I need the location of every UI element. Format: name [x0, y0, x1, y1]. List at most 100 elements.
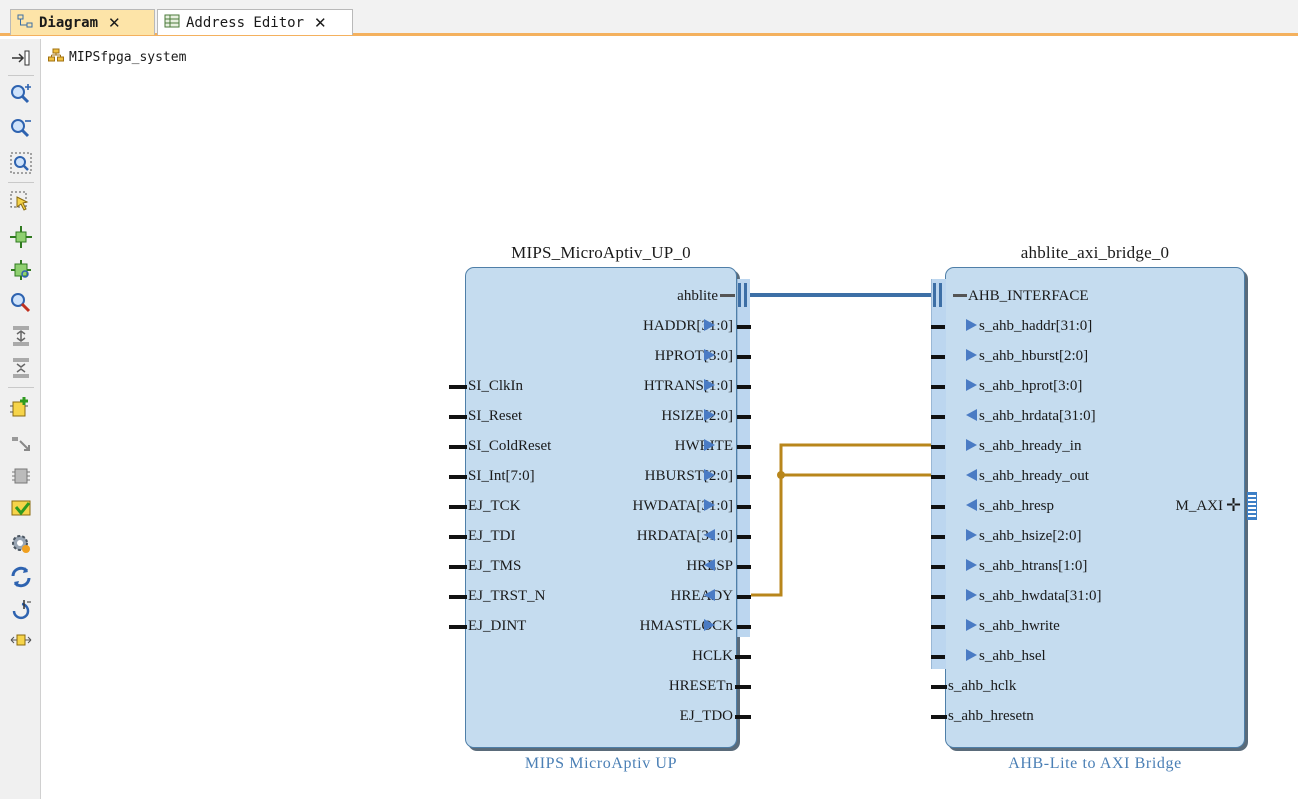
hready-in-wire[interactable]	[751, 443, 931, 597]
port-pin[interactable]	[737, 415, 751, 419]
port-pin[interactable]	[737, 535, 751, 539]
port-label: s_ahb_hwrite	[979, 618, 1060, 634]
port-pin[interactable]	[931, 475, 945, 479]
port-pin[interactable]	[737, 385, 751, 389]
close-icon[interactable]: ✕	[314, 14, 327, 32]
port-pin[interactable]	[931, 715, 947, 719]
refresh-icon[interactable]	[10, 599, 32, 621]
port-pin[interactable]	[931, 685, 947, 689]
port-pin[interactable]	[931, 445, 945, 449]
port-pin[interactable]	[931, 415, 945, 419]
port-label: s_ahb_hwdata[31:0]	[979, 588, 1102, 604]
port-pin[interactable]	[931, 535, 945, 539]
port-pin[interactable]	[737, 445, 751, 449]
plus-expand-icon[interactable]: ✛	[1226, 497, 1241, 515]
port-label: EJ_TCK	[468, 498, 521, 514]
input-arrow-icon	[966, 589, 977, 601]
output-arrow-icon	[704, 409, 715, 421]
port-pin[interactable]	[931, 625, 945, 629]
zoom-out-icon[interactable]	[10, 118, 32, 140]
port-pin[interactable]	[449, 415, 467, 419]
port-label: s_ahb_hsize[2:0]	[979, 528, 1082, 544]
port-pin[interactable]	[449, 595, 467, 599]
run-automation-icon[interactable]	[10, 499, 32, 521]
close-icon[interactable]: ✕	[108, 14, 121, 32]
hierarchy-icon	[48, 48, 64, 66]
select-area-icon[interactable]	[10, 191, 32, 213]
port-pin[interactable]	[449, 625, 467, 629]
port-pin[interactable]	[931, 355, 945, 359]
port-label: SI_ColdReset	[468, 438, 552, 454]
validate-icon[interactable]	[10, 465, 32, 487]
port-pin[interactable]	[449, 475, 467, 479]
input-arrow-icon	[966, 319, 977, 331]
port-pin[interactable]	[737, 475, 751, 479]
output-arrow-icon	[704, 469, 715, 481]
port-pin[interactable]	[931, 325, 945, 329]
port-label: SI_Reset	[468, 408, 523, 424]
port-pin[interactable]	[737, 505, 751, 509]
port-label: HMASTLOCK	[639, 618, 733, 634]
port-pin[interactable]	[931, 595, 945, 599]
mips-block-name: MIPS_MicroAptiv_UP_0	[511, 243, 691, 262]
width-icon[interactable]	[10, 629, 32, 651]
bridge-ahb-bus-strip	[931, 279, 946, 669]
input-arrow-icon	[704, 529, 715, 541]
breadcrumb-item[interactable]: MIPSfpga_system	[48, 48, 186, 66]
port-label: ahblite	[677, 288, 718, 304]
port-label: s_ahb_hrdata[31:0]	[979, 408, 1096, 424]
auto-fit-icon[interactable]	[10, 226, 32, 248]
settings-icon[interactable]	[10, 533, 32, 555]
port-pin[interactable]	[931, 655, 945, 659]
input-arrow-icon	[966, 619, 977, 631]
diagram-canvas[interactable]: MIPS_MicroAptiv_UP_0 MIPS MicroAptiv UP …	[41, 73, 1298, 799]
tab-address-editor[interactable]: Address Editor ✕	[157, 9, 353, 35]
port-pin[interactable]	[931, 505, 945, 509]
port-pin[interactable]	[449, 385, 467, 389]
port-pin[interactable]	[449, 445, 467, 449]
port-pin[interactable]	[737, 565, 751, 569]
bus-pin[interactable]	[953, 294, 967, 297]
port-label: EJ_TMS	[468, 558, 522, 574]
port-pin[interactable]	[735, 685, 751, 689]
make-connection-icon[interactable]	[10, 431, 32, 453]
zoom-in-icon[interactable]	[10, 84, 32, 106]
port-pin[interactable]	[449, 565, 467, 569]
port-label: EJ_TDI	[468, 528, 516, 544]
bus-pin[interactable]	[720, 294, 735, 297]
port-label: AHB_INTERFACE	[968, 288, 1089, 304]
collapse-icon[interactable]	[10, 357, 32, 379]
input-arrow-icon	[704, 559, 715, 571]
port-pin[interactable]	[449, 535, 467, 539]
zoom-fit-icon[interactable]	[10, 152, 32, 174]
port-label: SI_ClkIn	[468, 378, 524, 394]
port-pin[interactable]	[931, 565, 945, 569]
port-pin[interactable]	[449, 505, 467, 509]
port-pin[interactable]	[737, 325, 751, 329]
port-pin[interactable]	[735, 655, 751, 659]
fit-selection-icon[interactable]	[10, 259, 32, 281]
regenerate-layout-icon[interactable]	[10, 566, 32, 588]
expand-icon[interactable]	[10, 325, 32, 347]
output-arrow-icon	[704, 499, 715, 511]
port-pin[interactable]	[737, 625, 751, 629]
add-ip-icon[interactable]	[10, 397, 32, 419]
port-label: s_ahb_htrans[1:0]	[979, 558, 1088, 574]
port-label: HRESETn	[668, 678, 733, 694]
axi-bus-interface-icon[interactable]	[1247, 492, 1257, 520]
search-icon[interactable]	[10, 292, 32, 314]
port-pin[interactable]	[737, 355, 751, 359]
float-icon[interactable]	[10, 47, 32, 69]
port-pin[interactable]	[735, 715, 751, 719]
tab-diagram[interactable]: Diagram ✕	[10, 9, 155, 35]
port-label: HWDATA[31:0]	[632, 498, 733, 514]
output-arrow-icon	[966, 409, 977, 421]
port-label: HBURST[2:0]	[644, 468, 733, 484]
port-pin[interactable]	[737, 595, 751, 599]
tab-diagram-label: Diagram	[39, 14, 99, 31]
port-label: s_ahb_hready_in	[979, 438, 1082, 454]
input-arrow-icon	[966, 649, 977, 661]
breadcrumb: MIPSfpga_system	[0, 39, 1298, 73]
port-pin[interactable]	[931, 385, 945, 389]
port-label: s_ahb_hburst[2:0]	[979, 348, 1089, 364]
